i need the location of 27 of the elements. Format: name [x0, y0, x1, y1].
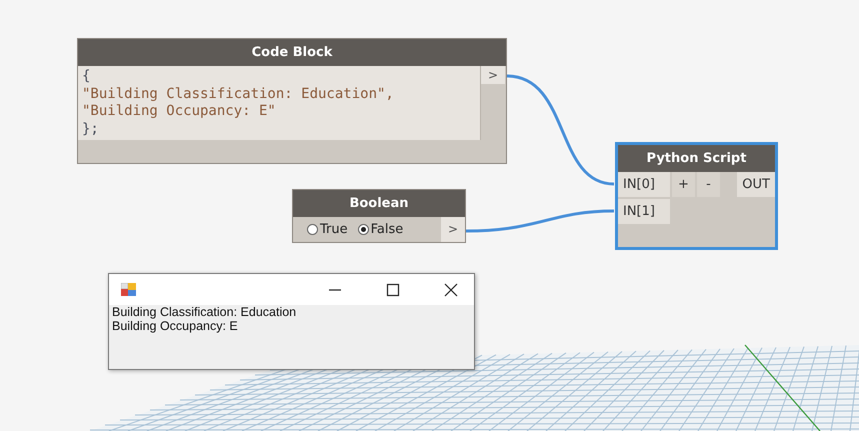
radio-option[interactable]: True — [307, 222, 348, 237]
node-panel[interactable]: Boolean True False > — [292, 189, 466, 243]
input-port[interactable]: IN[0] — [618, 172, 670, 197]
close-icon[interactable] — [444, 282, 458, 296]
maximize-icon[interactable] — [386, 282, 400, 296]
node-title: Python Script — [618, 145, 775, 172]
code-line: "Building Classification: Education", — [82, 86, 395, 103]
node-title: Boolean — [293, 190, 465, 217]
app-icon — [121, 282, 137, 296]
radio-option[interactable]: False — [358, 222, 404, 237]
radio-icon[interactable] — [358, 224, 369, 235]
code-editor[interactable]: { "Building Classification: Education", "Building Occupancy: E" }; — [78, 66, 481, 140]
output-port[interactable]: > — [481, 66, 505, 84]
radio-icon[interactable] — [307, 224, 318, 235]
message-text: Building Occupancy: E — [112, 319, 239, 333]
output-port[interactable]: > — [441, 217, 465, 242]
output-port[interactable]: OUT — [737, 172, 775, 197]
code-line: { — [82, 68, 92, 86]
remove-input-button[interactable]: - — [697, 172, 720, 197]
add-input-button[interactable]: + — [672, 172, 695, 197]
code-line: }; — [82, 120, 100, 138]
node-title: Code Block — [78, 39, 506, 66]
input-port[interactable]: IN[1] — [618, 199, 670, 224]
node-panel[interactable]: Python Script IN[0] + - OUT IN[1] — [615, 142, 778, 250]
code-line: "Building Occupancy: E" — [82, 103, 277, 120]
node-panel[interactable]: Code Block { "Building Classification: Education", "Building Occupancy: E" }; > — [77, 38, 507, 164]
message-text: Building Classification: Education — [112, 305, 298, 319]
